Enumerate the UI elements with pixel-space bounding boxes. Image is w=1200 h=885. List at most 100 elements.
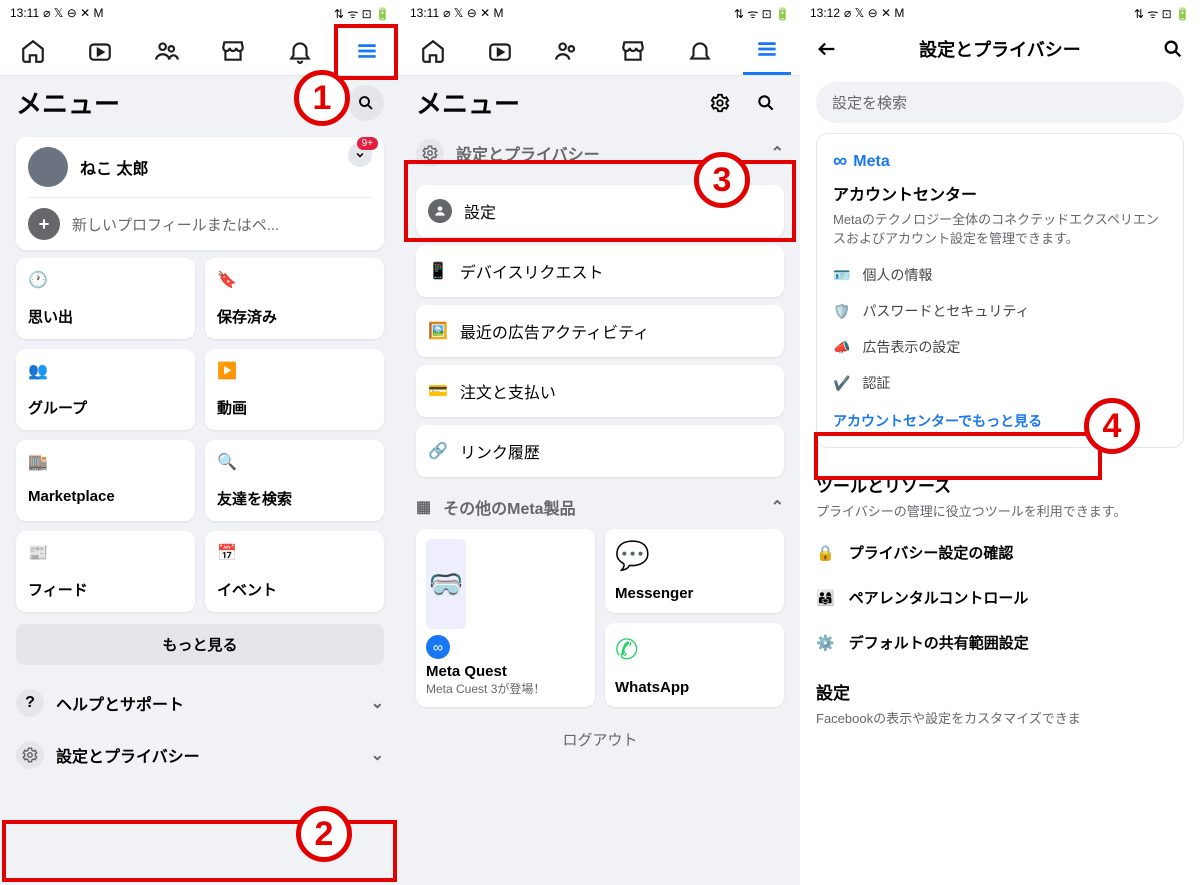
chevron-up-icon: ⌃: [771, 143, 784, 163]
ad-icon: 🖼️: [428, 321, 448, 341]
tab-friends[interactable]: [143, 27, 191, 75]
menu-link-history[interactable]: 🔗 リンク履歴: [416, 425, 784, 477]
family-icon: 👨‍👩‍👧: [816, 589, 835, 607]
settings-privacy-row[interactable]: 設定とプライバシー ⌄: [0, 729, 400, 781]
megaphone-icon: 📣: [833, 339, 850, 356]
menu-orders-payments[interactable]: 💳 注文と支払い: [416, 365, 784, 417]
tab-friends[interactable]: [543, 27, 591, 75]
profile-name: ねこ 太郎: [80, 155, 148, 179]
tab-menu[interactable]: [343, 27, 391, 75]
tab-marketplace[interactable]: [609, 27, 657, 75]
meta-products-grid: 🥽 ∞ Meta Quest Meta Cuest 3が登場！ 💬 Messen…: [400, 529, 800, 707]
tab-home[interactable]: [9, 27, 57, 75]
meta-logo: ∞Meta: [833, 150, 1167, 173]
shortcut-video[interactable]: ▶️動画: [205, 349, 384, 430]
item-password-security[interactable]: 🛡️パスワードとセキュリティ: [833, 293, 1167, 329]
status-time: 13:12: [810, 6, 840, 20]
statusbar: 13:12 ⌀ 𝕏 ⊖ ✕ M ⇅ ᯤ ⊡ 🔋: [800, 0, 1200, 26]
shortcut-memories[interactable]: 🕐思い出: [16, 258, 195, 339]
chevron-up-icon: ⌃: [771, 497, 784, 517]
tool-privacy-checkup[interactable]: 🔒プライバシー設定の確認: [800, 530, 1200, 575]
tab-watch[interactable]: [76, 27, 124, 75]
shortcut-saved[interactable]: 🔖保存済み: [205, 258, 384, 339]
item-verification[interactable]: ✔️認証: [833, 365, 1167, 401]
menu-ad-activity[interactable]: 🖼️ 最近の広告アクティビティ: [416, 305, 784, 357]
plus-icon: [28, 208, 60, 240]
tool-default-sharing[interactable]: ⚙️デフォルトの共有範囲設定: [800, 620, 1200, 665]
help-support-row[interactable]: ? ヘルプとサポート ⌄: [0, 677, 400, 729]
profile-card[interactable]: ねこ 太郎 9+ 新しいプロフィールまたはペ...: [16, 137, 384, 250]
item-ad-settings[interactable]: 📣広告表示の設定: [833, 329, 1167, 365]
logout-button[interactable]: ログアウト: [400, 715, 800, 764]
add-profile-label: 新しいプロフィールまたはペ...: [72, 214, 279, 235]
panel-1: 13:11 ⌀ 𝕏 ⊖ ✕ M ⇅ ᯤ ⊡ 🔋 メニュー ねこ 太郎 9+ 新しい…: [0, 0, 400, 885]
menu-device-requests[interactable]: 📱 デバイスリクエスト: [416, 245, 784, 297]
card-icon: 💳: [428, 381, 448, 401]
settings-section-title: 設定: [800, 665, 1200, 708]
settings-label: 設定とプライバシー: [56, 743, 200, 767]
tool-parental-controls[interactable]: 👨‍👩‍👧ペアレンタルコントロール: [800, 575, 1200, 620]
shortcut-groups[interactable]: 👥グループ: [16, 349, 195, 430]
tab-menu[interactable]: [743, 27, 791, 75]
settings-button[interactable]: [702, 85, 738, 121]
item-personal-info[interactable]: 🪪個人の情報: [833, 257, 1167, 293]
whatsapp-icon: ✆: [615, 633, 655, 673]
messenger-icon: 💬: [615, 539, 655, 579]
account-center-desc: Metaのテクノロジー全体のコネクテッドエクスペリエンスおよびアカウント設定を管…: [833, 209, 1167, 247]
chevron-down-icon: ⌄: [371, 745, 384, 765]
shortcut-feed[interactable]: 📰フィード: [16, 531, 195, 612]
menu-header: メニュー: [0, 76, 400, 129]
search-button[interactable]: [1162, 38, 1184, 60]
statusbar: 13:11⌀ 𝕏 ⊖ ✕ M ⇅ ᯤ ⊡ 🔋: [400, 0, 800, 26]
section-other-meta[interactable]: ▦ その他のMeta製品 ⌃: [400, 485, 800, 529]
account-center-title: アカウントセンター: [833, 181, 1167, 205]
tab-watch[interactable]: [476, 27, 524, 75]
tab-notifications[interactable]: [276, 27, 324, 75]
tabbar: [0, 26, 400, 76]
tab-marketplace[interactable]: [209, 27, 257, 75]
tab-notifications[interactable]: [676, 27, 724, 75]
menu-header: メニュー: [400, 76, 800, 129]
shortcut-find-friends[interactable]: 🔍友達を検索: [205, 440, 384, 521]
shortcut-events[interactable]: 📅イベント: [205, 531, 384, 612]
search-button[interactable]: [348, 85, 384, 121]
page-title: メニュー: [16, 84, 120, 121]
avatar: [28, 147, 68, 187]
device-icon: 📱: [428, 261, 448, 281]
add-profile-row[interactable]: 新しいプロフィールまたはペ...: [28, 197, 372, 240]
messenger-card[interactable]: 💬 Messenger: [605, 529, 784, 613]
account-center-more-link[interactable]: アカウントセンターでもっと見る: [833, 401, 1167, 431]
tab-home[interactable]: [409, 27, 457, 75]
annotation-circle-2: 2: [296, 806, 352, 862]
status-icons-right: ⇅ ᯤ ⊡ 🔋: [734, 5, 790, 22]
see-more-button[interactable]: もっと見る: [16, 624, 384, 665]
help-label: ヘルプとサポート: [56, 691, 184, 715]
account-center-card: ∞Meta アカウントセンター Metaのテクノロジー全体のコネクテッドエクスペ…: [816, 133, 1184, 448]
status-icons-right: ⇅ ᯤ ⊡ 🔋: [1134, 5, 1190, 22]
page-title: メニュー: [416, 84, 520, 121]
status-icons-right: ⇅ ᯤ ⊡ 🔋: [334, 5, 390, 22]
link-icon: 🔗: [428, 441, 448, 461]
id-icon: 🪪: [833, 267, 850, 284]
status-icons-left: ⌀ 𝕏 ⊖ ✕ M: [844, 6, 904, 20]
shortcut-grid: 🕐思い出 🔖保存済み 👥グループ ▶️動画 🏬Marketplace 🔍友達を検…: [0, 258, 400, 612]
help-icon: ?: [16, 689, 44, 717]
whatsapp-card[interactable]: ✆ WhatsApp: [605, 623, 784, 707]
meta-quest-card[interactable]: 🥽 ∞ Meta Quest Meta Cuest 3が登場！: [416, 529, 595, 707]
tools-desc: プライバシーの管理に役立つツールを利用できます。: [800, 501, 1200, 530]
status-icons-left: ⌀ 𝕏 ⊖ ✕ M: [43, 6, 103, 20]
status-time: 13:11: [10, 6, 39, 20]
menu-settings[interactable]: 設定: [416, 185, 784, 237]
section-settings-privacy[interactable]: 設定とプライバシー ⌃: [400, 129, 800, 177]
page-title: 設定とプライバシー: [850, 36, 1150, 62]
shortcut-marketplace[interactable]: 🏬Marketplace: [16, 440, 195, 521]
search-button[interactable]: [748, 85, 784, 121]
badge-count: 9+: [357, 137, 378, 150]
profile-switcher[interactable]: 9+: [348, 143, 372, 167]
search-input[interactable]: 設定を検索: [816, 82, 1184, 123]
meta-icon: ∞: [426, 635, 450, 659]
gear-icon: [416, 139, 444, 167]
annotation-box-2: [2, 820, 397, 882]
back-button[interactable]: [816, 38, 838, 60]
gear-icon: ⚙️: [816, 634, 835, 652]
